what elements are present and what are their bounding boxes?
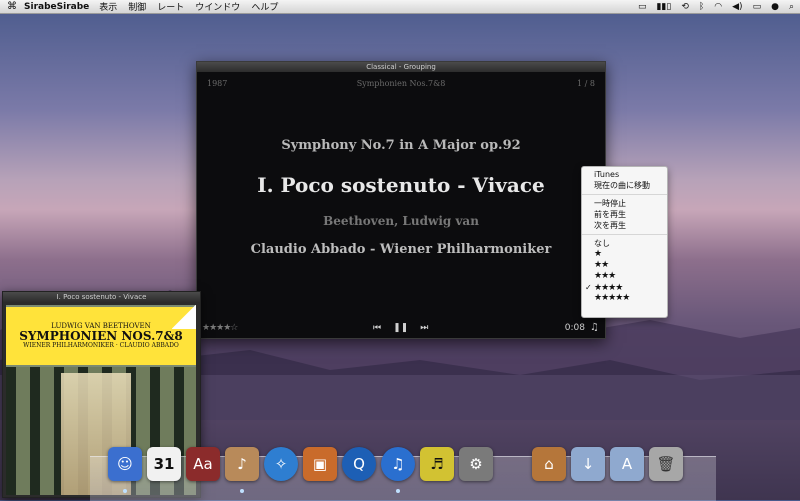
menu-item-rating-4-label: ★★★★ <box>594 283 623 293</box>
checkmark-icon: ✓ <box>585 283 592 292</box>
sirabe-app-icon[interactable]: ♪ <box>225 447 259 481</box>
bluetooth-icon[interactable]: ᛒ <box>699 2 704 12</box>
system-preferences-icon[interactable]: ⚙ <box>459 447 493 481</box>
running-indicator <box>240 489 244 493</box>
pause-button[interactable]: ❚❚ <box>393 323 408 333</box>
player-context-menu: iTunes 現在の曲に移動 一時停止 前を再生 次を再生 なし ★ ★★ ★★… <box>581 166 668 318</box>
calendar-icon[interactable]: 31 <box>147 447 181 481</box>
menu-help[interactable]: ヘルプ <box>251 0 278 13</box>
menu-item-itunes[interactable]: iTunes <box>582 169 667 180</box>
menu-bar: ⌘ SirabeSirabe 表示 制御 レート ウインドウ ヘルプ ▭ ▮▮▯… <box>0 0 800 14</box>
itunes-icon[interactable]: ♫ <box>381 447 415 481</box>
composer-name: Beethoven, Ludwig van <box>323 214 479 228</box>
next-track-button[interactable]: ⏭ <box>420 323 428 333</box>
movement-title: I. Poco sostenuto - Vivace <box>257 173 545 197</box>
trash-icon[interactable]: 🗑 <box>649 447 683 481</box>
volume-icon[interactable]: ◀) <box>732 2 742 12</box>
performer-name: Claudio Abbado - Wiener Philharmoniker <box>250 242 552 257</box>
album-icon[interactable]: ♬ <box>420 447 454 481</box>
dictionary-icon[interactable]: Aa <box>186 447 220 481</box>
menu-item-rating-none[interactable]: なし <box>582 238 667 249</box>
home-folder-icon[interactable]: ⌂ <box>532 447 566 481</box>
cover-corner-label <box>172 305 196 329</box>
applications-folder-icon[interactable]: A <box>610 447 644 481</box>
apple-menu-icon[interactable]: ⌘ <box>0 1 24 12</box>
user-icon[interactable]: ● <box>771 2 779 12</box>
now-playing-window: Classical - Grouping 1987 Symphonien Nos… <box>196 61 606 339</box>
menu-item-rating-5[interactable]: ★★★★★ <box>582 293 667 304</box>
menu-window[interactable]: ウインドウ <box>195 0 240 13</box>
battery-icon[interactable]: ▭ <box>753 2 762 12</box>
previous-track-button[interactable]: ⏮ <box>373 323 381 333</box>
menu-view[interactable]: 表示 <box>99 0 117 13</box>
photos-icon[interactable]: ▣ <box>303 447 337 481</box>
menu-extras: ▭ ▮▮▯ ⟲ ᛒ ◠ ◀) ▭ ● ⌕ <box>638 0 794 14</box>
menu-separator <box>582 194 667 195</box>
window-title[interactable]: Classical - Grouping <box>197 62 605 72</box>
menu-item-rating-3[interactable]: ★★★ <box>582 271 667 282</box>
time-machine-icon[interactable]: ⟲ <box>681 2 689 12</box>
menu-item-next[interactable]: 次を再生 <box>582 220 667 231</box>
transport-controls: ⏮ ❚❚ ⏭ <box>373 323 428 333</box>
music-note-icon[interactable]: ♫ <box>590 322 599 333</box>
downloads-folder-icon[interactable]: ↓ <box>571 447 605 481</box>
menu-item-rating-4[interactable]: ✓ ★★★★ <box>582 282 667 293</box>
running-indicator <box>396 489 400 493</box>
track-number: 1 / 8 <box>577 79 595 88</box>
menu-item-rating-2[interactable]: ★★ <box>582 260 667 271</box>
album-art-window-title[interactable]: I. Poco sostenuto - Vivace <box>3 292 200 302</box>
cover-performers: WIENER PHILHARMONIKER · CLAUDIO ABBADO <box>23 342 179 349</box>
cover-title: SYMPHONIEN NOS.7&8 <box>19 329 183 343</box>
rating-stars[interactable]: ★★★★☆ <box>202 323 238 333</box>
elapsed-time: 0:08 <box>564 323 585 333</box>
safari-icon[interactable]: ✧ <box>264 447 298 481</box>
finder-icon[interactable]: ☺ <box>108 447 142 481</box>
app-menu[interactable]: SirabeSirabe <box>24 2 89 12</box>
player-controls-bar: ★★★★☆ ⏮ ❚❚ ⏭ 0:08 ♫ <box>197 320 605 338</box>
display-icon[interactable]: ▭ <box>638 2 647 12</box>
running-indicator <box>123 489 127 493</box>
wifi-icon[interactable]: ◠ <box>714 2 722 12</box>
spotlight-search-icon[interactable]: ⌕ <box>789 2 794 12</box>
menu-separator <box>582 234 667 235</box>
album-title: Symphonien Nos.7&8 <box>356 79 446 88</box>
menu-item-previous[interactable]: 前を再生 <box>582 209 667 220</box>
menu-item-rating-1[interactable]: ★ <box>582 249 667 260</box>
menu-rate[interactable]: レート <box>157 0 184 13</box>
menu-controls[interactable]: 制御 <box>128 0 146 13</box>
menu-item-go-to-current-track[interactable]: 現在の曲に移動 <box>582 180 667 191</box>
work-title: Symphony No.7 in A Major op.92 <box>281 138 521 153</box>
dock: ☺ 31 Aa ♪ ✧ ▣ Q ♫ ♬ ⚙ ⌂ ↓ A 🗑 <box>90 447 716 501</box>
cover-banner: LUDWIG VAN BEETHOVEN SYMPHONIEN NOS.7&8 … <box>6 307 196 365</box>
volume-meter-icon[interactable]: ▮▮▯ <box>656 2 671 12</box>
menu-item-pause[interactable]: 一時停止 <box>582 198 667 209</box>
quicktime-icon[interactable]: Q <box>342 447 376 481</box>
